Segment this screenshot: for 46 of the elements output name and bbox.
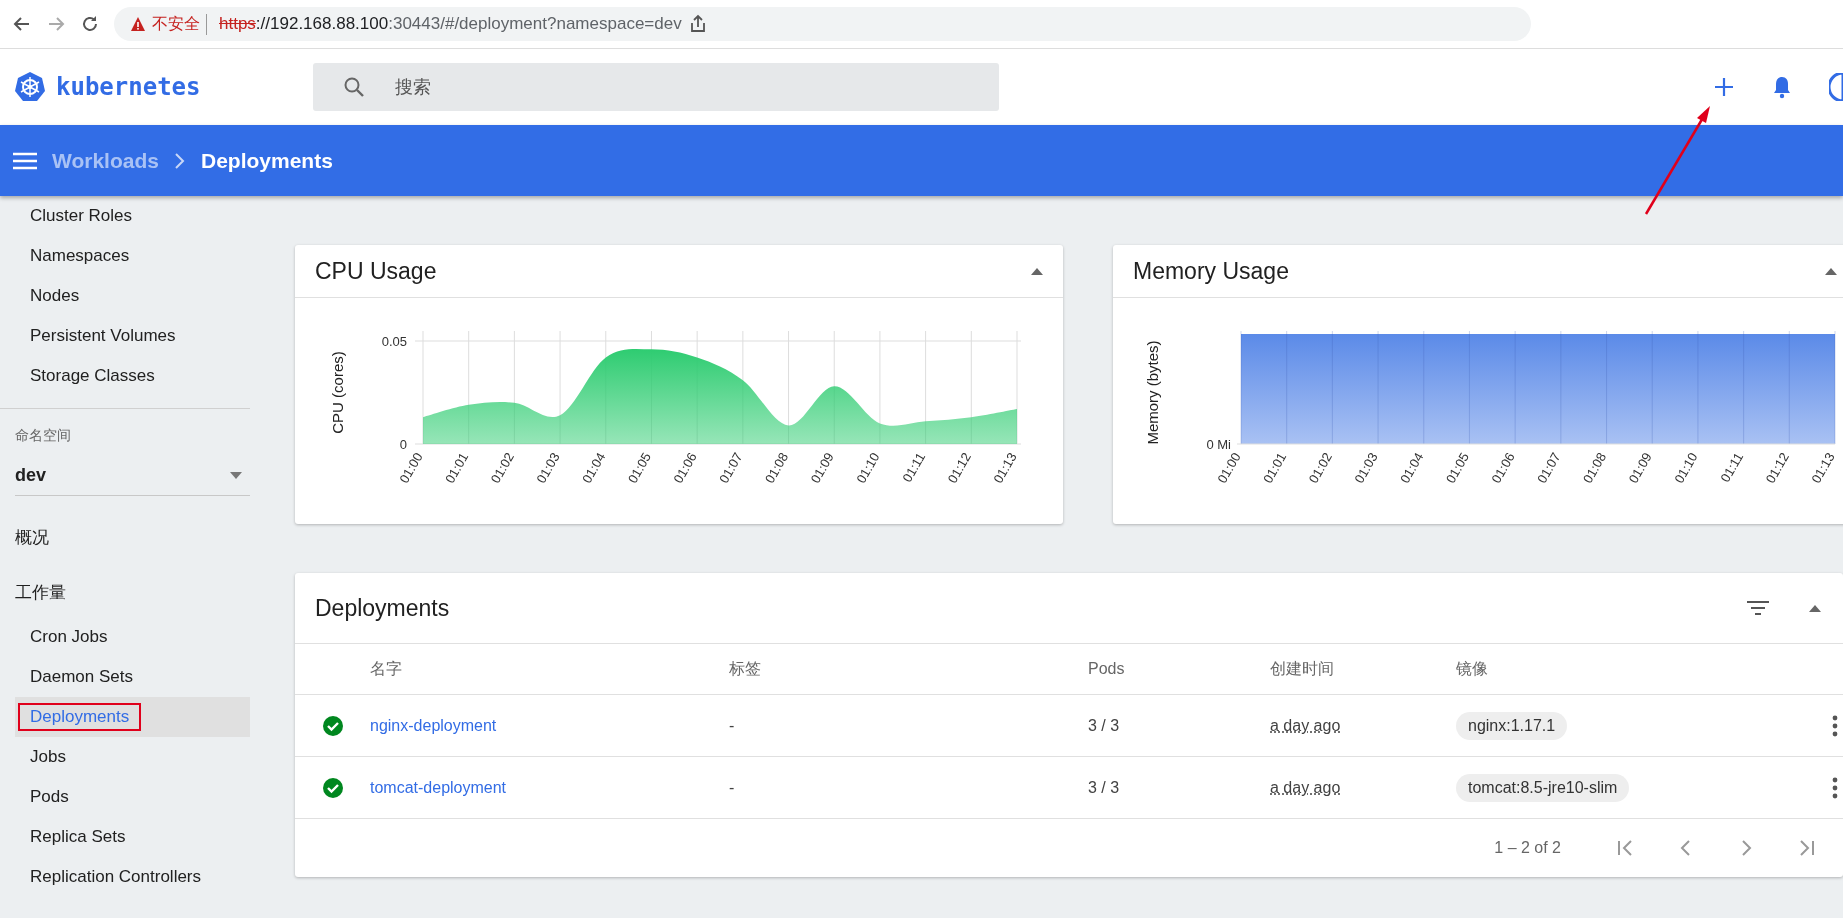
column-header: 镜像 xyxy=(1456,658,1489,679)
table-cell-text: 3 / 3 xyxy=(1088,778,1121,797)
address-bar[interactable]: 不安全 https://192.168.88.100:30443/#/deployment?namespace=dev xyxy=(114,7,1531,41)
column-header: 名字 xyxy=(370,658,403,679)
image-chip: tomcat:8.5-jre10-slim xyxy=(1456,773,1630,802)
axis-tick-label: 0 Mi xyxy=(1206,437,1231,452)
axis-tick-label: 0.05 xyxy=(381,334,407,349)
axis-tick-label: 0 xyxy=(399,437,407,452)
card-title: Deployments xyxy=(315,594,450,622)
created-time: a day ago xyxy=(1270,716,1341,734)
nav-link[interactable]: Cluster Roles xyxy=(24,204,139,228)
deployment-link[interactable]: tomcat-deployment xyxy=(370,778,507,796)
logo-text: kubernetes xyxy=(56,73,201,101)
section-heading: 工作量 xyxy=(15,581,66,604)
table-cell-text: 3 / 3 xyxy=(1088,716,1121,735)
namespace-label: 命名空间 xyxy=(15,427,71,445)
nav-link[interactable]: Storage Classes xyxy=(24,364,161,388)
deployment-link[interactable]: nginx-deployment xyxy=(370,716,497,734)
nav-link[interactable]: Pods xyxy=(24,785,75,809)
nav-link[interactable]: Jobs xyxy=(24,745,72,769)
column-header: 标签 xyxy=(729,658,762,679)
column-header: 创建时间 xyxy=(1270,658,1335,679)
card-title: CPU Usage xyxy=(315,257,437,285)
created-time: a day ago xyxy=(1270,778,1341,796)
axis-title: CPU (cores) xyxy=(329,351,346,434)
namespace-select[interactable]: dev xyxy=(15,455,250,496)
nav-link[interactable]: Replica Sets xyxy=(24,825,132,849)
card-title: Memory Usage xyxy=(1133,257,1289,285)
nav-link[interactable]: Deployments xyxy=(20,705,140,729)
security-label: 不安全 xyxy=(152,13,207,35)
url-text: https://192.168.88.100:30443/#/deployment?namespace=dev xyxy=(219,14,682,34)
nav-link[interactable]: Cron Jobs xyxy=(24,625,114,649)
image-chip: nginx:1.17.1 xyxy=(1456,711,1568,740)
nav-link[interactable]: Daemon Sets xyxy=(24,665,139,689)
table-cell-text: - xyxy=(729,716,736,735)
nav-link[interactable]: Persistent Volumes xyxy=(24,324,182,348)
column-header: Pods xyxy=(1088,660,1126,678)
nav-link[interactable]: Namespaces xyxy=(24,244,136,268)
pagination-range: 1 – 2 of 2 xyxy=(1494,839,1561,857)
axis-title: Memory (bytes) xyxy=(1144,340,1161,445)
breadcrumb-link[interactable]: Deployments xyxy=(200,148,333,173)
nav-link[interactable]: Nodes xyxy=(24,284,86,308)
nav-link[interactable]: Replication Controllers xyxy=(24,865,208,889)
section-heading: 概况 xyxy=(15,526,49,549)
search-field[interactable]: 搜索 xyxy=(313,63,999,111)
table-cell-text: - xyxy=(729,778,736,797)
